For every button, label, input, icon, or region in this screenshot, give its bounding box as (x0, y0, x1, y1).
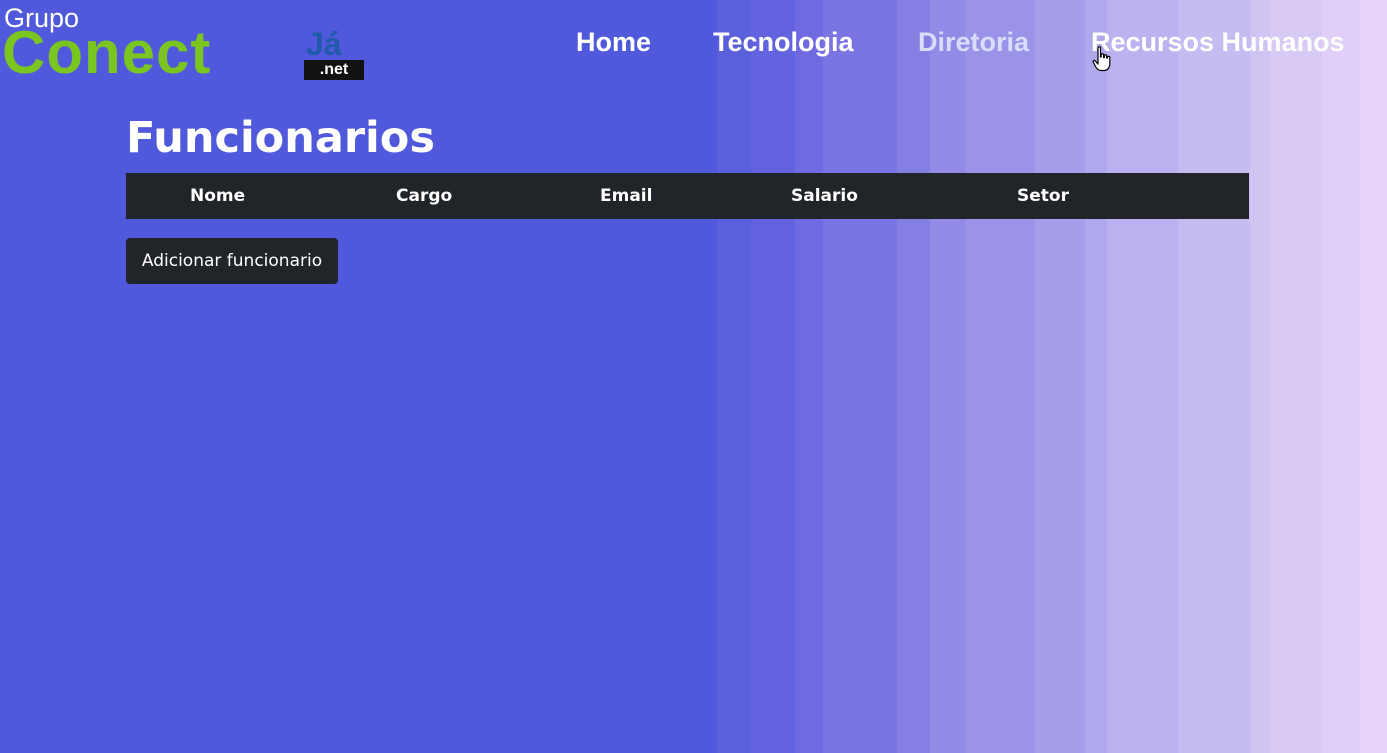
logo-text-net: .net (304, 60, 364, 80)
column-header-cargo: Cargo (396, 186, 453, 206)
column-header-nome: Nome (190, 186, 246, 206)
add-employee-button[interactable]: Adicionar funcionario (126, 238, 338, 284)
nav-item-diretoria[interactable]: Diretoria (918, 26, 1029, 58)
column-header-email: Email (600, 186, 653, 206)
hand-pointer-icon (1092, 46, 1111, 72)
column-header-salario: Salario (791, 186, 858, 206)
column-header-setor: Setor (1017, 186, 1069, 206)
nav-item-home[interactable]: Home (576, 26, 651, 58)
nav-item-recursos-humanos[interactable]: Recursos Humanos (1091, 26, 1345, 58)
logo[interactable]: Grupo Conect Já .net (2, 2, 364, 86)
logo-text-conect: Conect (2, 19, 212, 86)
employees-table-header: Nome Cargo Email Salario Setor (126, 173, 1249, 219)
logo-text-ja: Já (306, 26, 342, 62)
nav-item-tecnologia[interactable]: Tecnologia (713, 26, 854, 58)
page-title: Funcionarios (126, 113, 435, 163)
